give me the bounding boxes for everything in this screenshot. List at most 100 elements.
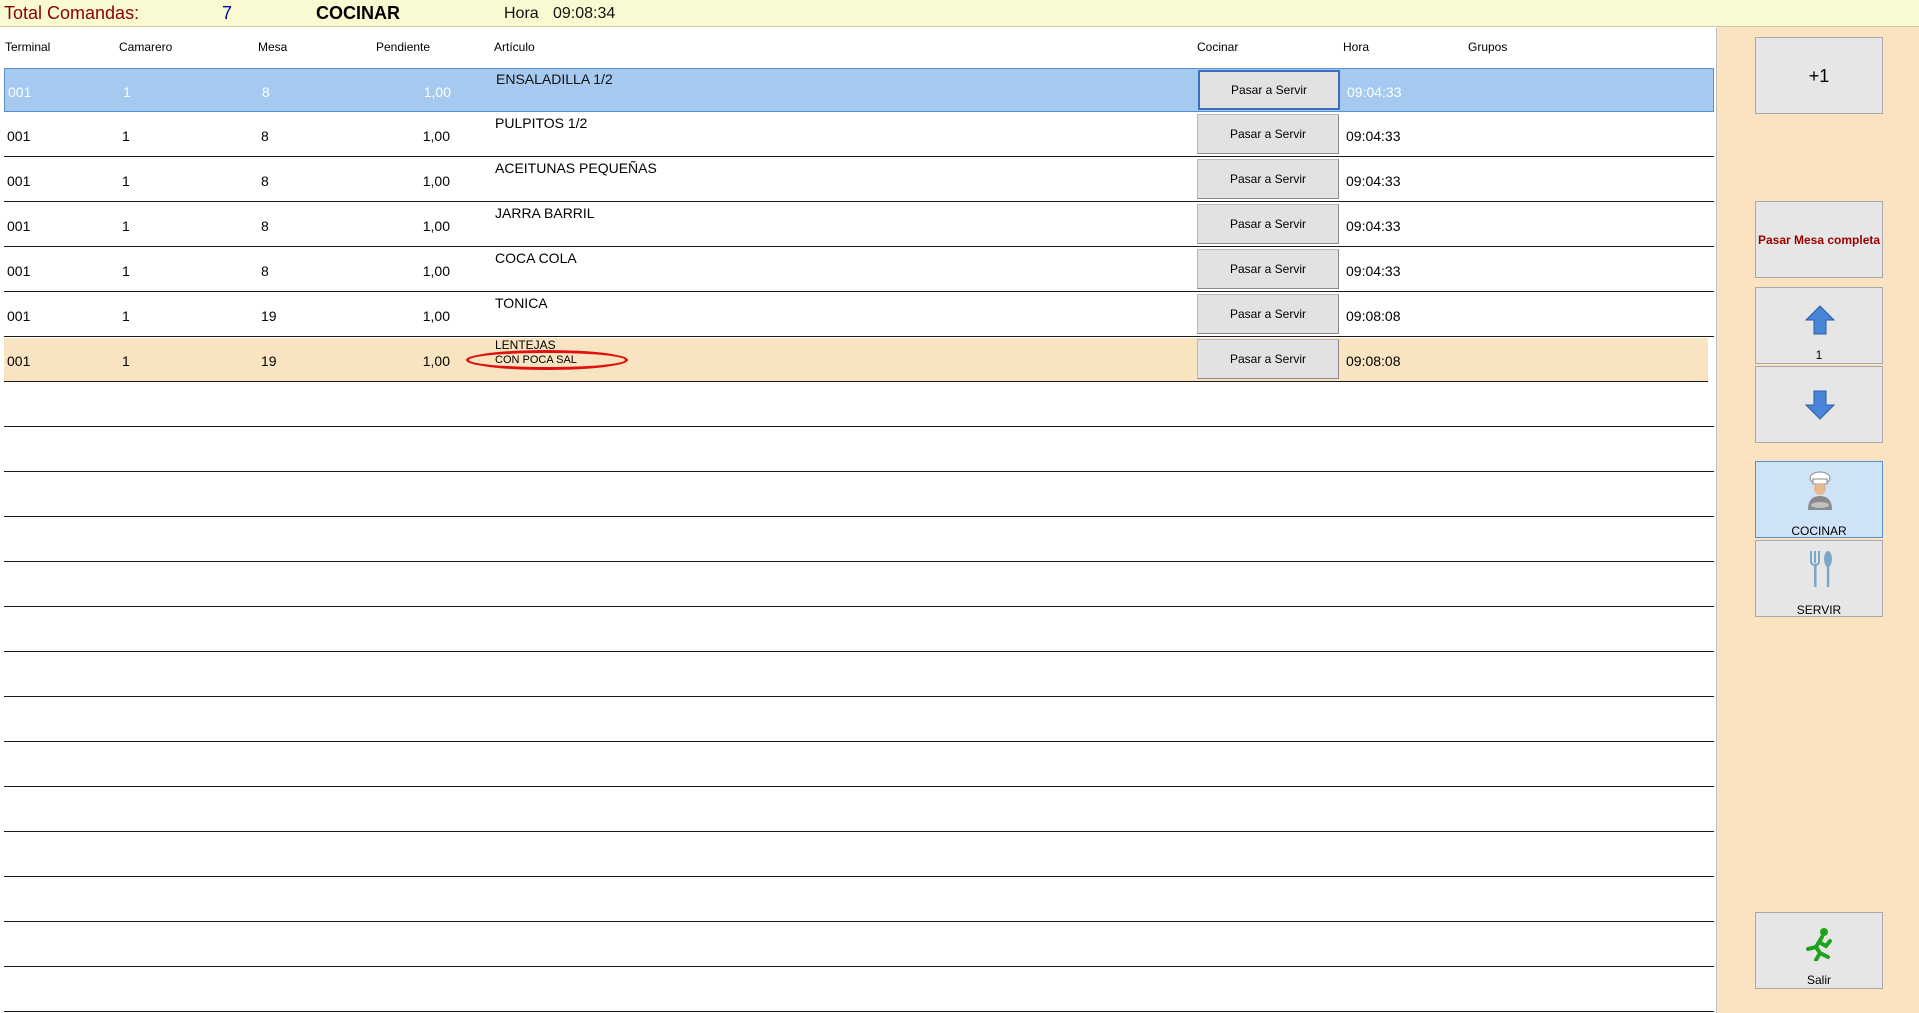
- cell-articulo: JARRA BARRIL: [495, 205, 595, 221]
- salir-label: Salir: [1806, 973, 1831, 987]
- cell-terminal: 001: [8, 84, 32, 100]
- cell-camarero: 1: [123, 84, 131, 100]
- table-row[interactable]: 001 1 8 1,00 JARRA BARRIL Pasar a Servir…: [4, 203, 1714, 247]
- empty-row: [4, 968, 1714, 1012]
- total-comandas-label: Total Comandas:: [4, 3, 140, 23]
- empty-row: [4, 653, 1714, 697]
- empty-row: [4, 428, 1714, 472]
- cell-terminal: 001: [7, 128, 31, 144]
- column-articulo[interactable]: Artículo: [494, 40, 535, 54]
- pasar-a-servir-button[interactable]: Pasar a Servir: [1197, 204, 1339, 244]
- cell-mesa: 8: [262, 84, 270, 100]
- empty-row: [4, 743, 1714, 787]
- cell-articulo: PULPITOS 1/2: [495, 115, 588, 131]
- cell-camarero: 1: [122, 263, 130, 279]
- orders-grid[interactable]: Terminal Camarero Mesa Pendiente Artícul…: [4, 28, 1717, 1013]
- table-row[interactable]: 001 1 8 1,00 COCA COLA Pasar a Servir 09…: [4, 248, 1714, 292]
- empty-row: [4, 608, 1714, 652]
- empty-row: [4, 833, 1714, 877]
- empty-row: [4, 698, 1714, 742]
- cell-camarero: 1: [122, 173, 130, 189]
- cell-terminal: 001: [7, 263, 31, 279]
- cell-articulo: ACEITUNAS PEQUEÑAS: [495, 160, 657, 176]
- pasar-mesa-completa-label: Pasar Mesa completa: [1757, 233, 1881, 247]
- empty-row: [4, 383, 1714, 427]
- arrow-down-icon: [1804, 390, 1836, 420]
- pasar-a-servir-button[interactable]: Pasar a Servir: [1197, 114, 1339, 154]
- fork-knife-icon: [1810, 551, 1832, 587]
- cell-pendiente: 1,00: [422, 308, 450, 324]
- cell-camarero: 1: [122, 128, 130, 144]
- table-row[interactable]: 001 1 19 1,00 TONICA Pasar a Servir 09:0…: [4, 293, 1714, 337]
- running-man-icon: [1806, 928, 1832, 961]
- pasar-a-servir-button[interactable]: Pasar a Servir: [1198, 70, 1340, 110]
- cell-pendiente: 1,00: [422, 173, 450, 189]
- pasar-a-servir-button[interactable]: Pasar a Servir: [1197, 339, 1339, 379]
- cell-pendiente: 1,00: [422, 128, 450, 144]
- cell-mesa: 8: [261, 173, 269, 189]
- table-row[interactable]: 001 1 8 1,00 PULPITOS 1/2 Pasar a Servir…: [4, 113, 1714, 157]
- empty-row: [4, 518, 1714, 562]
- cell-camarero: 1: [122, 353, 130, 369]
- table-row[interactable]: 001 1 8 1,00 ACEITUNAS PEQUEÑAS Pasar a …: [4, 158, 1714, 202]
- column-terminal[interactable]: Terminal: [5, 40, 50, 54]
- pasar-mesa-completa-button[interactable]: Pasar Mesa completa: [1755, 201, 1883, 278]
- cell-mesa: 8: [261, 128, 269, 144]
- chef-icon: [1808, 471, 1832, 510]
- cell-pendiente: 1,00: [422, 353, 450, 369]
- cell-articulo: COCA COLA: [495, 250, 577, 266]
- column-pendiente[interactable]: Pendiente: [376, 40, 430, 54]
- table-row[interactable]: 001 1 8 1,00 ENSALADILLA 1/2 Pasar a Ser…: [4, 68, 1714, 112]
- total-comandas-value: 7: [222, 3, 233, 23]
- scroll-up-button[interactable]: 1: [1755, 287, 1883, 364]
- plus-one-button[interactable]: +1: [1755, 37, 1883, 114]
- cell-hora: 09:04:33: [1346, 218, 1401, 234]
- cell-hora: 09:04:33: [1346, 263, 1401, 279]
- cell-mesa: 8: [261, 218, 269, 234]
- empty-row: [4, 473, 1714, 517]
- cell-articulo: TONICA: [495, 295, 548, 311]
- plus-one-label: +1: [1808, 66, 1830, 86]
- cell-pendiente: 1,00: [422, 263, 450, 279]
- cell-terminal: 001: [7, 218, 31, 234]
- column-camarero[interactable]: Camarero: [119, 40, 172, 54]
- hora-label: Hora: [504, 5, 539, 22]
- side-panel: +1 Pasar Mesa completa 1 COCINAR SERVIR …: [1717, 27, 1919, 1013]
- column-mesa[interactable]: Mesa: [258, 40, 287, 54]
- column-hora[interactable]: Hora: [1343, 40, 1369, 54]
- hora-value: 09:08:34: [553, 5, 616, 22]
- column-cocinar[interactable]: Cocinar: [1197, 40, 1238, 54]
- servir-mode-button[interactable]: SERVIR: [1755, 540, 1883, 617]
- note-highlight-ring: [466, 350, 628, 370]
- cell-terminal: 001: [7, 173, 31, 189]
- empty-row: [4, 788, 1714, 832]
- cell-pendiente: 1,00: [422, 218, 450, 234]
- table-row[interactable]: 001 1 19 1,00 LENTEJAS CON POCA SAL Pasa…: [4, 338, 1708, 382]
- pasar-a-servir-button[interactable]: Pasar a Servir: [1197, 294, 1339, 334]
- cell-camarero: 1: [122, 308, 130, 324]
- arrow-up-icon: [1804, 305, 1836, 335]
- mode-title: COCINAR: [316, 3, 400, 23]
- cell-terminal: 001: [7, 308, 31, 324]
- cell-mesa: 8: [261, 263, 269, 279]
- cell-mesa: 19: [261, 308, 277, 324]
- page-number: 1: [1815, 348, 1823, 362]
- grid-column-header: Terminal Camarero Mesa Pendiente Artícul…: [4, 28, 1712, 69]
- empty-row: [4, 563, 1714, 607]
- top-status-bar: Total Comandas: 7 COCINAR Hora 09:08:34: [0, 0, 1919, 27]
- empty-row: [4, 878, 1714, 922]
- cocinar-mode-label: COCINAR: [1791, 524, 1847, 538]
- servir-mode-label: SERVIR: [1796, 603, 1842, 617]
- empty-row: [4, 923, 1714, 967]
- cell-pendiente: 1,00: [423, 84, 451, 100]
- pasar-a-servir-button[interactable]: Pasar a Servir: [1197, 159, 1339, 199]
- pasar-a-servir-button[interactable]: Pasar a Servir: [1197, 249, 1339, 289]
- scroll-down-button[interactable]: [1755, 366, 1883, 443]
- cell-articulo: ENSALADILLA 1/2: [496, 71, 613, 87]
- salir-button[interactable]: Salir: [1755, 912, 1883, 989]
- cell-hora: 09:04:33: [1346, 173, 1401, 189]
- cell-hora: 09:08:08: [1346, 308, 1401, 324]
- cocinar-mode-button[interactable]: COCINAR: [1755, 461, 1883, 538]
- column-grupos[interactable]: Grupos: [1468, 40, 1507, 54]
- cell-hora: 09:04:33: [1347, 84, 1402, 100]
